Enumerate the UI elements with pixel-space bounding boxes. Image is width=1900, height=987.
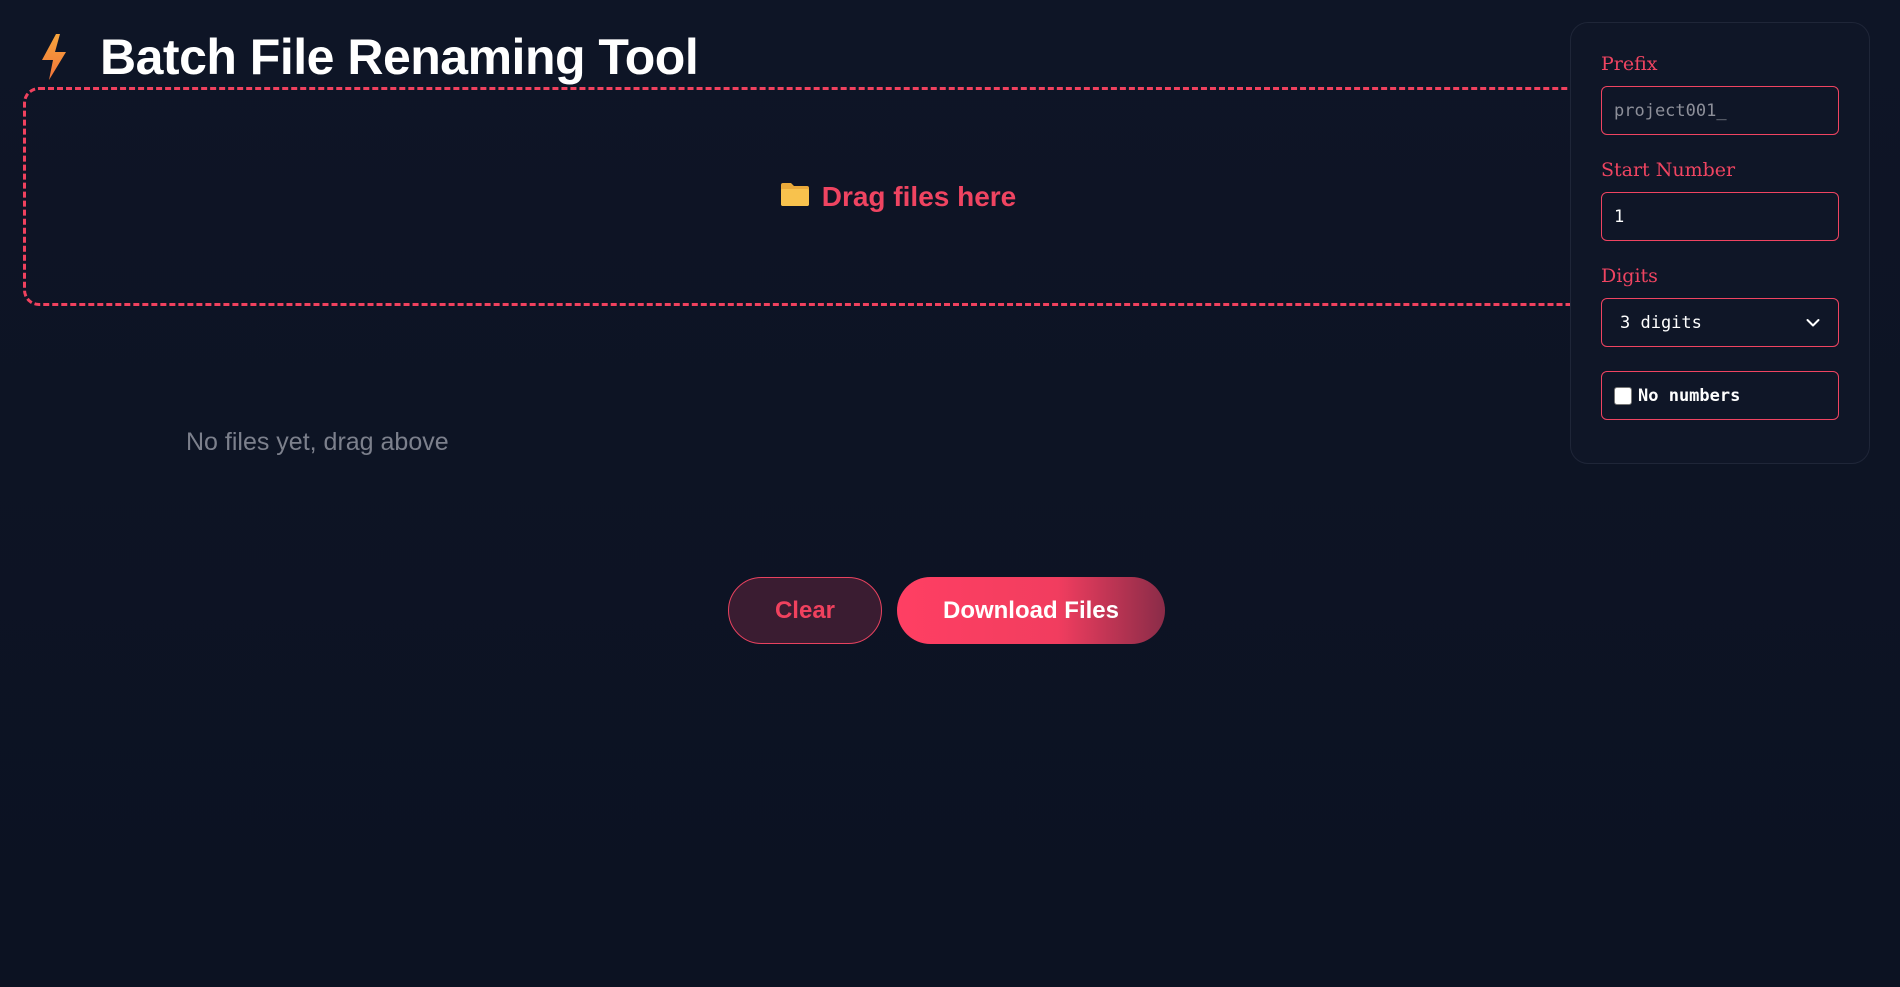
dropzone-content: Drag files here [780,180,1017,213]
empty-file-list-message: No files yet, drag above [186,428,449,456]
bolt-icon [38,32,70,82]
prefix-input[interactable] [1601,86,1839,135]
digits-select[interactable]: 3 digits [1601,298,1839,347]
settings-panel: Prefix Start Number Digits 3 digits [1570,22,1870,464]
header: Batch File Renaming Tool [38,29,699,85]
folder-icon [780,181,810,212]
app-root: Batch File Renaming Tool Drag files here… [0,0,1900,987]
start-number-field-group: Start Number [1601,159,1839,241]
start-number-label: Start Number [1601,159,1736,181]
clear-button[interactable]: Clear [728,577,882,644]
chevron-down-icon [1806,313,1820,333]
action-buttons: Clear Download Files [728,577,1165,644]
no-numbers-label: No numbers [1638,385,1741,406]
digits-field-group: Digits 3 digits [1601,265,1839,347]
prefix-field-group: Prefix [1601,53,1839,135]
download-files-button[interactable]: Download Files [897,577,1165,644]
page-title: Batch File Renaming Tool [100,29,699,85]
start-number-input[interactable] [1601,192,1839,241]
dropzone-label: Drag files here [821,180,1017,212]
digits-select-box: 3 digits [1601,298,1839,347]
digits-label: Digits [1601,265,1658,287]
file-dropzone[interactable]: Drag files here [23,87,1623,306]
digits-selected-value: 3 digits [1620,312,1702,333]
no-numbers-checkbox[interactable] [1614,386,1632,405]
no-numbers-option[interactable]: No numbers [1601,371,1839,420]
prefix-label: Prefix [1601,53,1658,75]
